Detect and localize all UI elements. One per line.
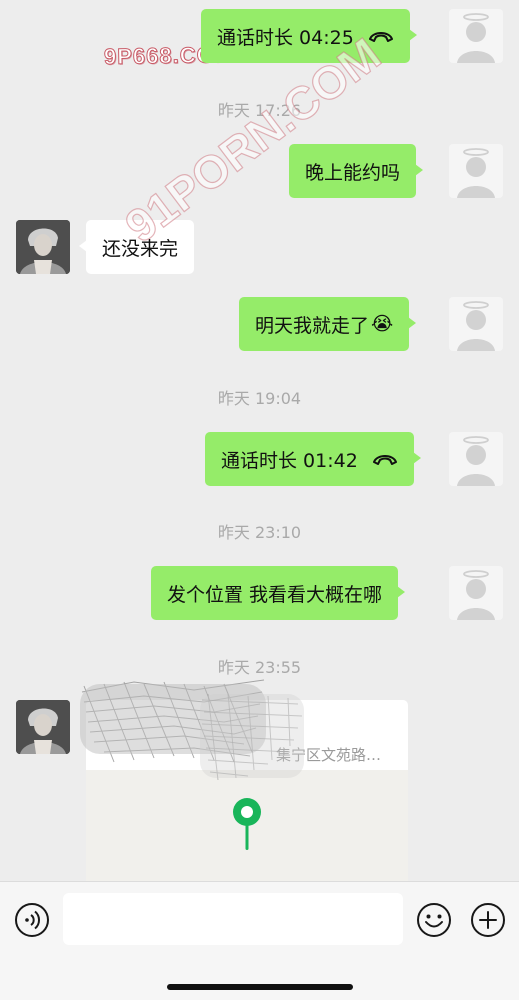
phone-hangup-icon (372, 452, 398, 466)
voice-icon[interactable] (14, 902, 50, 938)
redaction-scribble (200, 693, 304, 781)
phone-hangup-icon (368, 29, 394, 43)
timestamp: 昨天 23:10 (217, 523, 302, 542)
location-pin-icon (233, 798, 261, 850)
timestamp: 昨天 19:04 (217, 389, 302, 408)
emoji-icon[interactable] (416, 902, 452, 938)
my-avatar[interactable] (449, 566, 503, 620)
message-text: 发个位置 我看看大概在哪 (167, 583, 383, 606)
my-avatar[interactable] (449, 144, 503, 198)
message-bubble-me[interactable]: 明天我就走了 😭 (239, 297, 417, 351)
message-bubble-me[interactable]: 发个位置 我看看大概在哪 (151, 566, 406, 620)
home-indicator[interactable] (167, 984, 353, 990)
contact-avatar[interactable] (16, 220, 70, 274)
my-avatar[interactable] (449, 9, 503, 63)
message-text: 晚上能约吗 (305, 161, 401, 184)
message-input[interactable] (63, 893, 403, 945)
call-record-bubble[interactable]: 通话时长 01:42 (205, 432, 421, 486)
chat-input-bar (0, 881, 519, 1000)
message-text: 明天我就走了 (255, 314, 370, 337)
crying-emoji-icon: 😭 (371, 313, 394, 335)
contact-avatar[interactable] (16, 700, 70, 754)
my-avatar[interactable] (449, 297, 503, 351)
plus-icon[interactable] (470, 902, 506, 938)
message-bubble-me[interactable]: 晚上能约吗 (289, 144, 424, 198)
call-duration-label: 通话时长 01:42 (221, 449, 358, 472)
my-avatar[interactable] (449, 432, 503, 486)
